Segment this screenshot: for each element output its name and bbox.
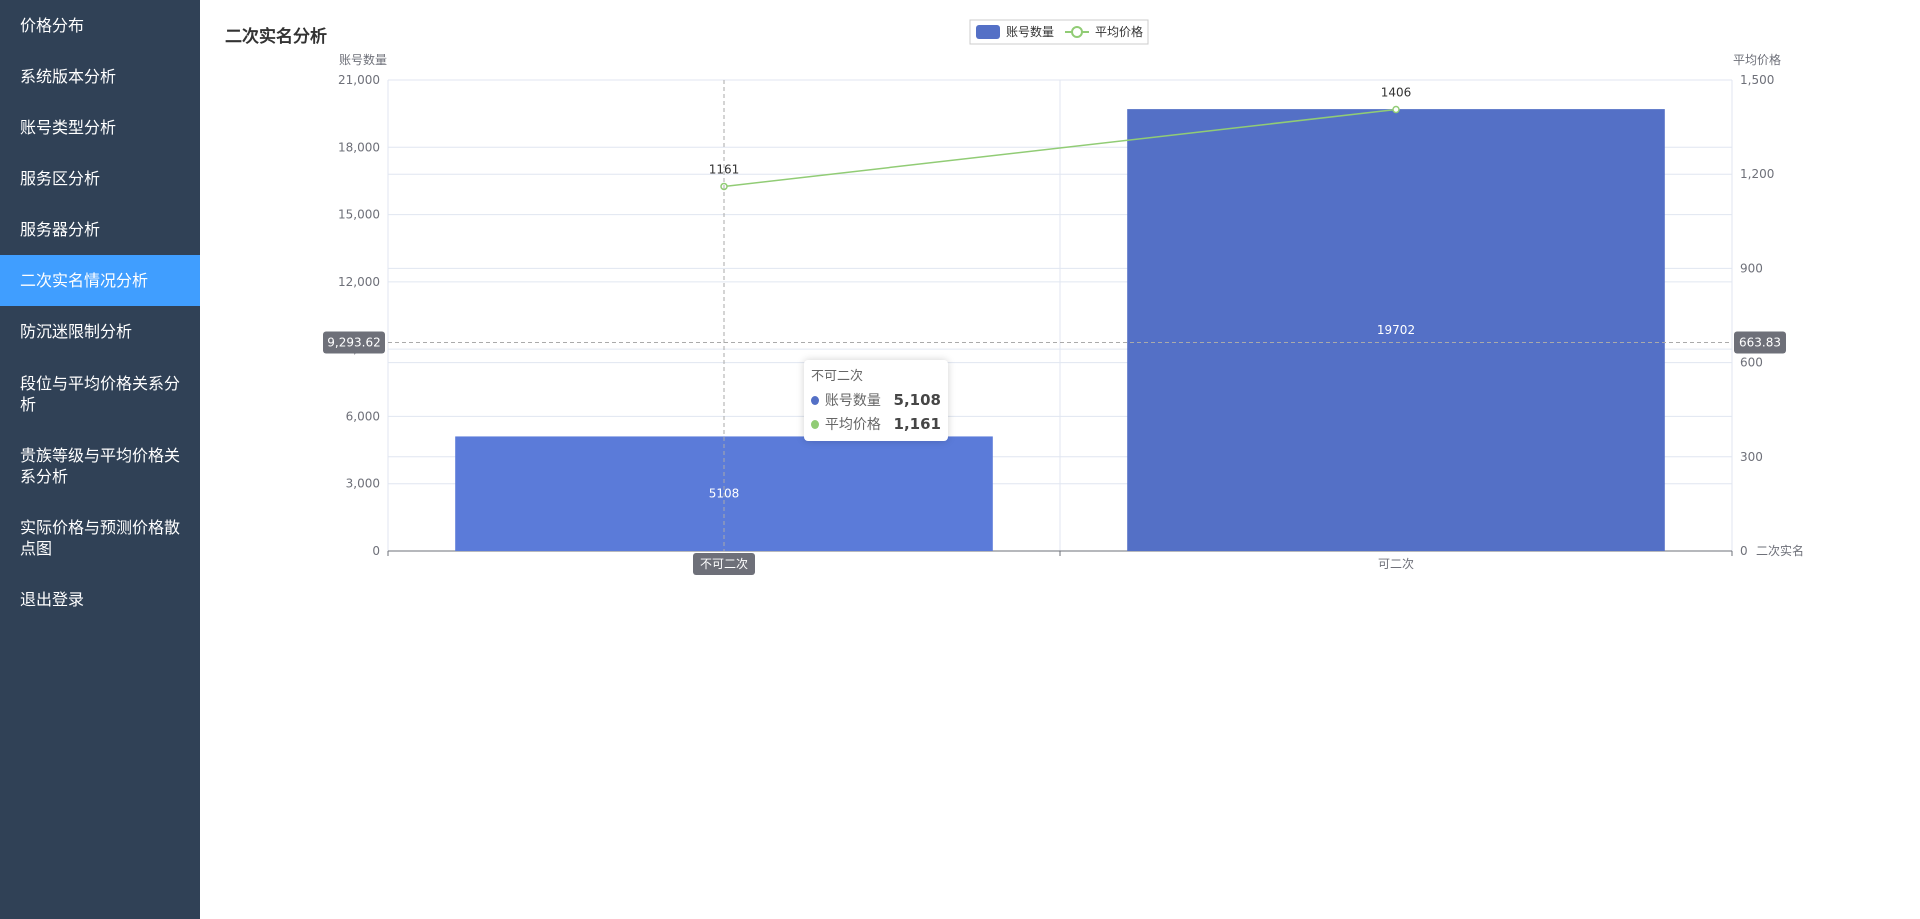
y-right-tick-label: 600 [1740,356,1763,370]
y-left-tick-label: 6,000 [346,409,380,423]
line-data-label: 1406 [1381,86,1412,100]
series-dot-icon [811,395,819,405]
y-left-tick-label: 0 [372,544,380,558]
y-left-axis-label: 账号数量 [339,52,387,67]
sidebar-item-10[interactable]: 退出登录 [0,574,200,625]
sidebar-item-3[interactable]: 服务区分析 [0,153,200,204]
tooltip-row-value: 5,108 [893,391,941,409]
y-left-tick-label: 15,000 [338,208,380,222]
sidebar: 价格分布 系统版本分析 账号类型分析 服务区分析 服务器分析 二次实名情况分析 防沉迷限制分… [0,0,200,919]
legend-line-marker [1071,26,1083,38]
tooltip-row-count: 账号数量 5,108 [811,388,941,412]
bar-data-label: 19702 [1377,323,1415,337]
legend-bar-swatch [976,25,1000,39]
sidebar-item-9[interactable]: 实际价格与预测价格散点图 [0,502,200,574]
legend-item-price: 平均价格 [1095,24,1143,39]
main-content: 二次实名分析 03,0006,0009,00012,00015,00018,00… [200,0,1920,919]
sidebar-item-4[interactable]: 服务器分析 [0,204,200,255]
y-left-tick-label: 3,000 [346,477,380,491]
tooltip-row-price: 平均价格 1,161 [811,412,941,436]
sidebar-item-2[interactable]: 账号类型分析 [0,102,200,153]
x-axis-label: 二次实名 [1756,543,1804,558]
y-right-tick-label: 300 [1740,450,1763,464]
crosshair-left-value: 9,293.62 [327,336,380,350]
tooltip-row-label: 账号数量 [824,393,881,409]
series-dot-icon [811,419,819,429]
combo-chart[interactable]: 03,0006,0009,00012,00015,00018,00021,000… [200,0,1920,600]
sidebar-item-5[interactable]: 二次实名情况分析 [0,255,200,306]
sidebar-item-7[interactable]: 段位与平均价格关系分析 [0,357,200,430]
sidebar-item-1[interactable]: 系统版本分析 [0,51,200,102]
sidebar-item-6[interactable]: 防沉迷限制分析 [0,306,200,357]
crosshair-right-value: 663.83 [1739,336,1781,350]
line-point [1392,105,1400,114]
sidebar-item-8[interactable]: 贵族等级与平均价格关系分析 [0,430,200,502]
y-right-tick-label: 1,200 [1740,167,1774,181]
tooltip-row-label: 平均价格 [824,417,881,433]
y-right-tick-label: 0 [1740,544,1748,558]
y-right-axis-label: 平均价格 [1733,52,1781,67]
legend-item-count: 账号数量 [1006,24,1054,39]
tooltip-row-value: 1,161 [893,415,941,433]
y-right-tick-label: 900 [1740,261,1763,275]
sidebar-item-0[interactable]: 价格分布 [0,0,200,51]
y-left-tick-label: 18,000 [338,140,380,154]
x-tick-label: 可二次 [1378,557,1414,571]
y-left-tick-label: 21,000 [338,73,380,87]
crosshair-category-label: 不可二次 [700,557,748,571]
tooltip-title: 不可二次 [811,369,864,384]
y-right-tick-label: 1,500 [1740,73,1774,87]
y-left-tick-label: 12,000 [338,275,380,289]
chart-tooltip: 不可二次 账号数量 5,108 平均价格 1,161 [804,360,948,441]
